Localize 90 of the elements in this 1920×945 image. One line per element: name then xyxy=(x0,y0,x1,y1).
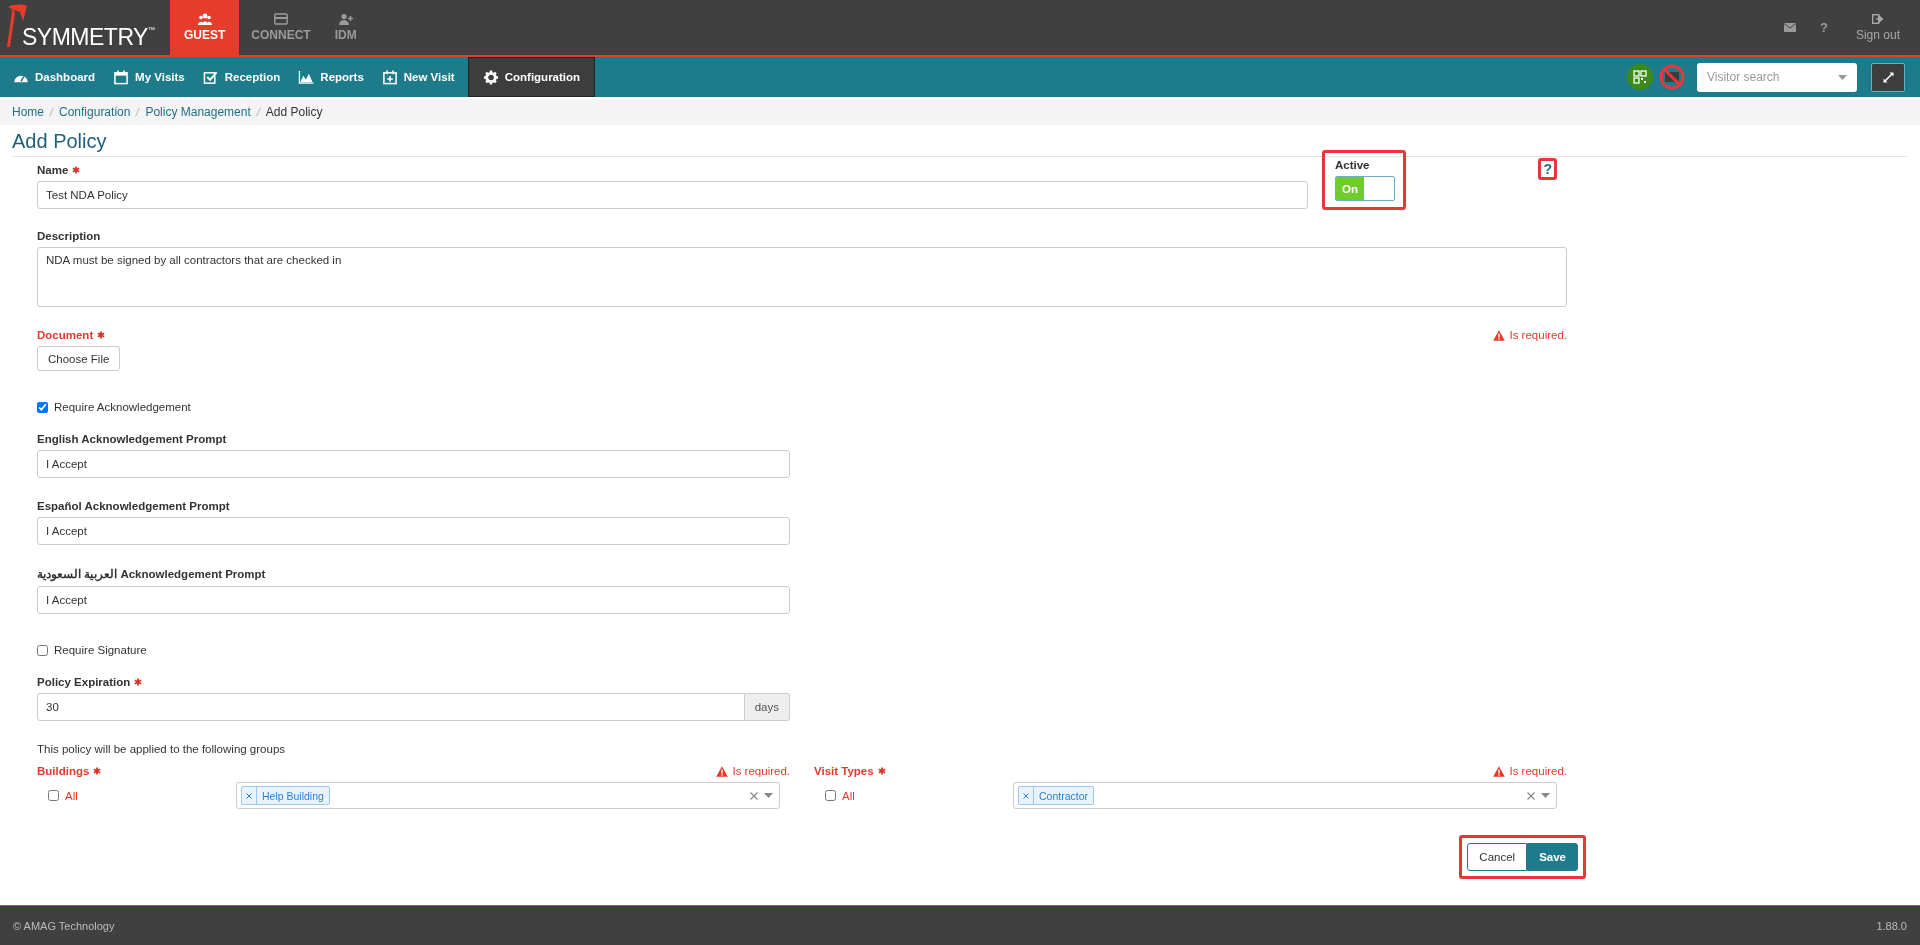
module-tab[interactable]: GUEST xyxy=(170,0,240,55)
clear-icon[interactable] xyxy=(1527,791,1535,800)
required-icon xyxy=(72,166,81,174)
field-label: English Acknowledgement Prompt xyxy=(37,433,227,445)
checkbox[interactable] xyxy=(37,401,48,413)
cancel-button[interactable]: Cancel xyxy=(1467,843,1528,871)
breadcrumb-link[interactable]: Policy Management xyxy=(145,105,251,119)
selected-tag[interactable]: Contractor xyxy=(1018,786,1095,805)
help-link[interactable]: ? xyxy=(1820,20,1828,35)
nav-tab[interactable]: Dashboard xyxy=(4,57,105,97)
text-area[interactable]: NDA must be signed by all contractors that are checked in xyxy=(37,247,1567,307)
unit-addon: days xyxy=(744,693,790,721)
caret-icon xyxy=(1541,793,1550,798)
choose-file-button[interactable]: Choose File xyxy=(37,346,121,371)
required-icon xyxy=(97,331,106,339)
nav-tab[interactable]: Reports xyxy=(289,57,373,97)
nav-tab[interactable]: Reception xyxy=(193,57,290,97)
breadcrumb-current: Add Policy xyxy=(265,105,323,119)
checkbox[interactable] xyxy=(37,644,48,656)
required-icon xyxy=(93,767,102,775)
field-label: العربية السعودية Acknowledgement Prompt xyxy=(37,567,266,581)
field-label: Español Acknowledgement Prompt xyxy=(37,500,230,512)
field-label: Visit Types xyxy=(814,765,874,777)
required-icon xyxy=(877,767,886,775)
field-label: Name xyxy=(37,164,69,176)
area-chart-icon xyxy=(298,69,315,85)
visitor-search-field[interactable]: Visitor search xyxy=(1697,62,1857,92)
checkbox-label: All xyxy=(65,789,78,802)
separator-icon xyxy=(49,107,54,117)
clear-icon[interactable] xyxy=(750,791,758,800)
save-button[interactable]: Save xyxy=(1527,843,1578,871)
nav-tab[interactable]: New Visit xyxy=(372,57,464,97)
envelope-icon xyxy=(1784,22,1796,32)
version-text: 1.88.0 xyxy=(1876,919,1907,932)
calendar-icon xyxy=(113,69,130,85)
number-field[interactable]: 30 xyxy=(37,693,745,721)
text-field[interactable]: Test NDA Policy xyxy=(37,181,1308,209)
separator-icon xyxy=(255,107,261,117)
warning-icon xyxy=(716,765,729,777)
help-link[interactable]: ? xyxy=(1538,158,1557,180)
field-label: Policy Expiration xyxy=(37,676,131,688)
text-field[interactable]: I Accept xyxy=(37,450,790,478)
multi-select-field[interactable]: Contractor xyxy=(1013,782,1557,809)
checkbox-label: Require Signature xyxy=(54,644,147,656)
copyright-text: © AMAG Technology xyxy=(13,919,115,932)
text-field[interactable]: I Accept xyxy=(37,517,790,545)
caret-icon xyxy=(1838,74,1847,80)
checkbox-label: All xyxy=(842,789,855,802)
no-card-icon[interactable] xyxy=(1659,64,1685,90)
sign-out-icon xyxy=(1872,13,1884,24)
expand-button[interactable] xyxy=(1871,62,1905,92)
module-tab[interactable]: IDM xyxy=(322,0,369,55)
warning-icon xyxy=(1493,765,1506,777)
card-icon xyxy=(274,13,288,25)
error-message: Is required. xyxy=(1509,329,1567,341)
error-message: Is required. xyxy=(732,765,790,777)
multi-select-field[interactable]: Help Building xyxy=(236,782,780,809)
help-text: This policy will be applied to the following groups xyxy=(37,743,287,755)
remove-icon[interactable] xyxy=(1023,792,1029,799)
field-label: Description xyxy=(37,230,101,242)
expand-icon xyxy=(1882,71,1894,83)
nav-tab[interactable]: My Visits xyxy=(104,57,194,97)
error-message: Is required. xyxy=(1509,765,1567,777)
page-title: Add Policy xyxy=(12,129,108,153)
nav-tab[interactable]: Configuration xyxy=(467,57,596,97)
calendar-plus-icon xyxy=(381,69,398,85)
field-label: Active xyxy=(1335,159,1370,171)
warning-icon xyxy=(1493,329,1506,341)
checkbox[interactable] xyxy=(825,790,836,801)
caret-icon xyxy=(764,793,773,798)
required-icon xyxy=(134,678,143,686)
switch-state: On xyxy=(1336,177,1364,200)
qr-code-icon[interactable] xyxy=(1627,64,1653,90)
gear-icon xyxy=(482,69,499,85)
separator-icon xyxy=(135,107,141,117)
checkbox-label: Require Acknowledgement xyxy=(54,401,191,413)
logo-text: SYMMETRY xyxy=(22,26,148,49)
field-label: Document xyxy=(37,329,94,341)
breadcrumb-link[interactable]: Configuration xyxy=(59,105,131,119)
selected-tag[interactable]: Help Building xyxy=(241,786,330,805)
text-field[interactable]: I Accept xyxy=(37,586,790,614)
checkbox[interactable] xyxy=(48,790,59,801)
people-icon xyxy=(197,13,212,25)
sign-out-link[interactable]: Sign out xyxy=(1841,0,1920,55)
field-label: Buildings xyxy=(37,765,90,777)
user-plus-icon xyxy=(338,13,353,25)
module-tab[interactable]: CONNECT xyxy=(239,0,323,55)
remove-icon[interactable] xyxy=(246,792,252,799)
checkbox-icon xyxy=(202,69,219,85)
breadcrumb-link[interactable]: Home xyxy=(12,105,44,119)
